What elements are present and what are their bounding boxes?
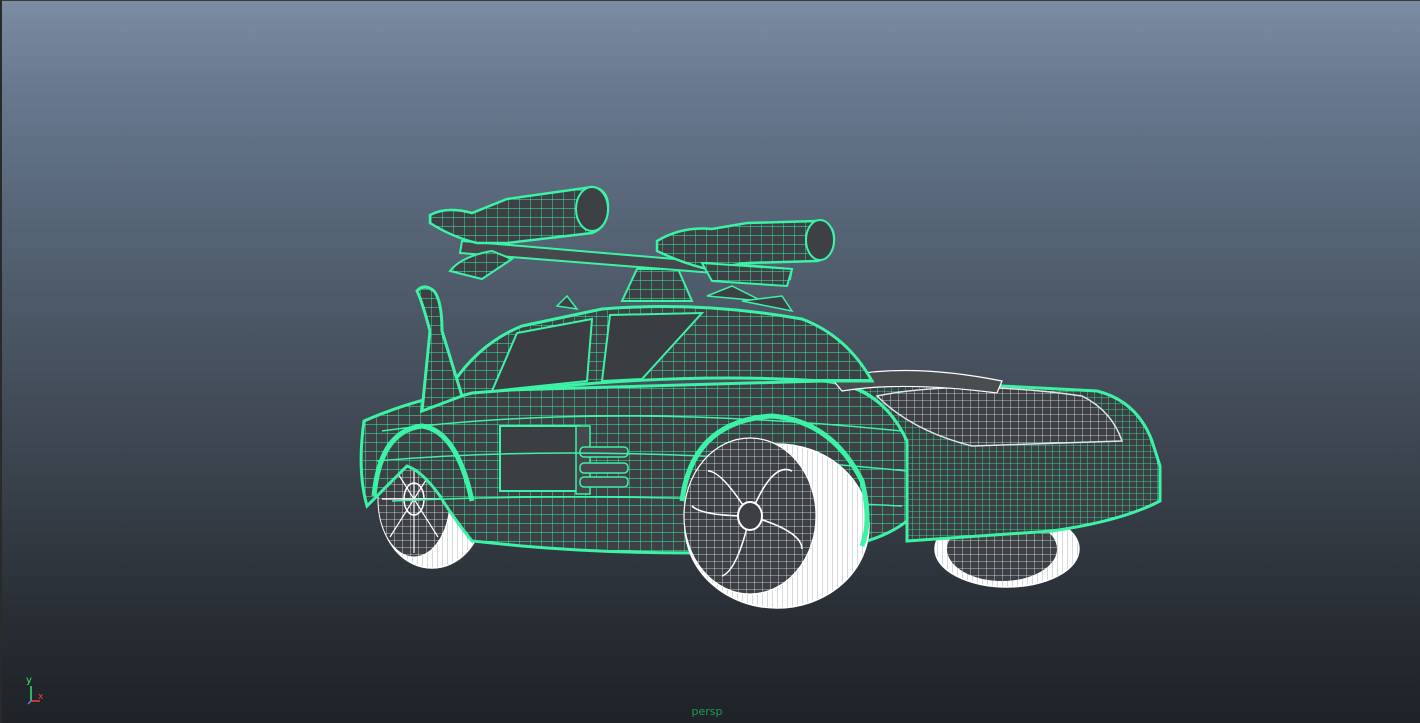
z-axis-line	[27, 700, 32, 705]
camera-name-label: persp	[691, 705, 723, 718]
x-axis-label: x	[38, 692, 44, 702]
perspective-viewport[interactable]: persp y x	[0, 0, 1420, 723]
exhaust-stack	[415, 285, 464, 414]
view-axis-gizmo: y x	[26, 675, 44, 705]
roof-gun-mount	[428, 185, 836, 313]
y-axis-label: y	[26, 675, 32, 686]
wireframe-car-model[interactable]	[2, 1, 1420, 723]
